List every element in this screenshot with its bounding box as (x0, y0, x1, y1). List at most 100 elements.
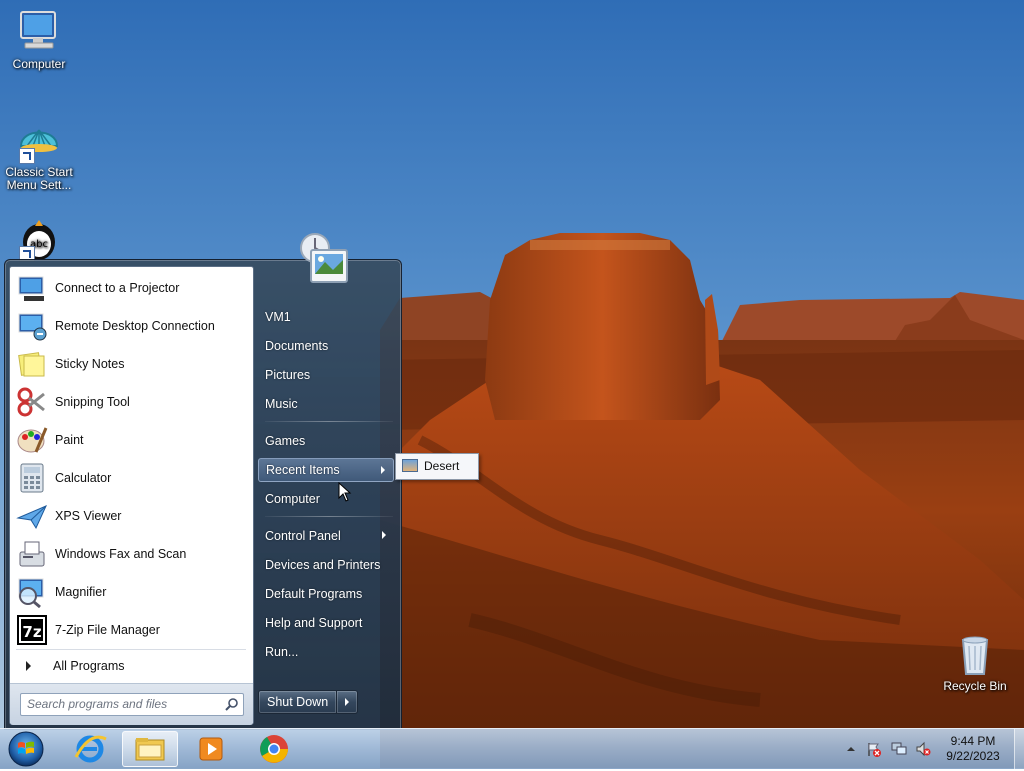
shutdown-group: Shut Down (258, 690, 359, 714)
divider (265, 421, 393, 422)
menu-label: Default Programs (265, 587, 363, 601)
menu-item-devices-printers[interactable]: Devices and Printers (258, 553, 394, 577)
divider (16, 649, 246, 650)
program-label: Sticky Notes (55, 357, 125, 371)
search-input[interactable] (27, 696, 217, 712)
paint-icon (16, 424, 48, 456)
windows-media-player-icon (199, 737, 223, 761)
spellcheck-penguin-icon: abc (15, 214, 63, 262)
image-file-icon (402, 459, 418, 472)
menu-label: VM1 (265, 310, 291, 324)
desktop-icon-computer[interactable]: Computer (1, 8, 77, 71)
menu-label: Computer (265, 492, 320, 506)
mouse-pointer-icon (338, 481, 352, 502)
snipping-tool-icon (16, 386, 48, 418)
calculator-icon (16, 462, 48, 494)
program-item[interactable]: 7z 7-Zip File Manager (10, 611, 253, 649)
taskbar-media-player-button[interactable] (184, 731, 240, 767)
menu-item-music[interactable]: Music (258, 392, 394, 416)
menu-item-computer[interactable]: Computer (258, 487, 394, 511)
program-label: Windows Fax and Scan (55, 547, 187, 561)
internet-explorer-icon (74, 735, 107, 763)
recycle-bin-icon (951, 630, 999, 678)
program-item[interactable]: Remote Desktop Connection (10, 307, 253, 345)
menu-label: Recent Items (266, 463, 340, 477)
menu-label: Documents (265, 339, 329, 353)
menu-item-pictures[interactable]: Pictures (258, 363, 394, 387)
program-item[interactable]: Calculator (10, 459, 253, 497)
program-label: Paint (55, 433, 84, 447)
menu-item-vm1[interactable]: VM1 (258, 305, 394, 329)
taskbar-chrome-button[interactable] (246, 731, 302, 767)
search-area (10, 683, 253, 725)
program-label: Calculator (55, 471, 112, 485)
menu-label: Devices and Printers (265, 558, 381, 572)
menu-label: Games (265, 434, 306, 448)
recent-item-label: Desert (424, 458, 460, 473)
shutdown-options-button[interactable] (337, 690, 359, 714)
program-label: Connect to a Projector (55, 281, 180, 295)
program-label: Remote Desktop Connection (55, 319, 215, 333)
menu-label: Music (265, 397, 298, 411)
menu-label: Pictures (265, 368, 311, 382)
menu-item-default-programs[interactable]: Default Programs (258, 582, 394, 606)
shortcut-arrow-icon (19, 148, 35, 164)
program-item[interactable]: Paint (10, 421, 253, 459)
recent-item-desert[interactable]: Desert (398, 456, 474, 475)
show-desktop-button[interactable] (1014, 729, 1024, 769)
action-center-flag-icon[interactable] (866, 741, 882, 757)
7zip-icon: 7z (16, 614, 48, 646)
network-icon[interactable] (891, 741, 907, 757)
desktop-icon-label: Computer (12, 57, 66, 71)
start-button[interactable] (6, 730, 46, 768)
menu-item-games[interactable]: Games (258, 429, 394, 453)
programs-pane: Connect to a Projector Remote Desktop Co… (9, 266, 254, 725)
program-item[interactable]: Magnifier (10, 573, 253, 611)
shutdown-button[interactable]: Shut Down (258, 690, 338, 714)
system-clock[interactable]: 9:44 PM 9/22/2023 (937, 734, 1009, 764)
all-programs-button[interactable]: All Programs (18, 655, 244, 677)
chevron-right-icon (26, 661, 31, 671)
program-item[interactable]: XPS Viewer (10, 497, 253, 535)
divider (265, 516, 393, 517)
desktop-icon-label: Classic Start Menu Sett... (5, 165, 73, 192)
program-item[interactable]: Connect to a Projector (10, 269, 253, 307)
chrome-icon (260, 735, 288, 763)
menu-label: Control Panel (265, 529, 341, 543)
clock-time: 9:44 PM (950, 734, 996, 748)
taskbar: 9:44 PM 9/22/2023 (0, 728, 1024, 769)
desktop-icon-spellcheck[interactable]: abc (1, 214, 77, 264)
taskbar-windows-explorer-button[interactable] (122, 731, 178, 767)
program-item[interactable]: Sticky Notes (10, 345, 253, 383)
recent-items-submenu: Desert (395, 453, 479, 480)
program-label: Snipping Tool (55, 395, 130, 409)
menu-label: Run... (265, 645, 299, 659)
show-hidden-icons-button[interactable] (843, 741, 859, 757)
program-label: Magnifier (55, 585, 107, 599)
menu-item-documents[interactable]: Documents (258, 334, 394, 358)
program-label: XPS Viewer (55, 509, 122, 523)
program-list: Connect to a Projector Remote Desktop Co… (10, 269, 253, 649)
volume-muted-icon[interactable] (915, 741, 931, 757)
computer-icon (15, 8, 63, 56)
fax-scan-icon (16, 538, 48, 570)
program-label: 7-Zip File Manager (55, 623, 160, 637)
desktop-icon-recycle-bin[interactable]: Recycle Bin (937, 630, 1013, 693)
menu-item-recent-items[interactable]: Recent Items (258, 458, 394, 482)
menu-item-help-support[interactable]: Help and Support (258, 611, 394, 635)
all-programs-label: All Programs (53, 659, 125, 673)
search-box (20, 693, 244, 716)
menu-label: Help and Support (265, 616, 363, 630)
clock-date: 9/22/2023 (946, 749, 1000, 763)
chevron-right-icon (382, 531, 386, 539)
program-item[interactable]: Snipping Tool (10, 383, 253, 421)
program-item[interactable]: Windows Fax and Scan (10, 535, 253, 573)
xps-viewer-icon (16, 500, 48, 532)
menu-item-control-panel[interactable]: Control Panel (258, 524, 394, 548)
user-picture-icon[interactable] (297, 232, 353, 290)
menu-item-run[interactable]: Run... (258, 640, 394, 664)
sticky-notes-icon (16, 348, 48, 380)
taskbar-internet-explorer-button[interactable] (62, 731, 118, 767)
search-icon[interactable] (225, 697, 239, 711)
desktop-icon-classic-start-menu[interactable]: Classic Start Menu Sett... (1, 116, 77, 192)
